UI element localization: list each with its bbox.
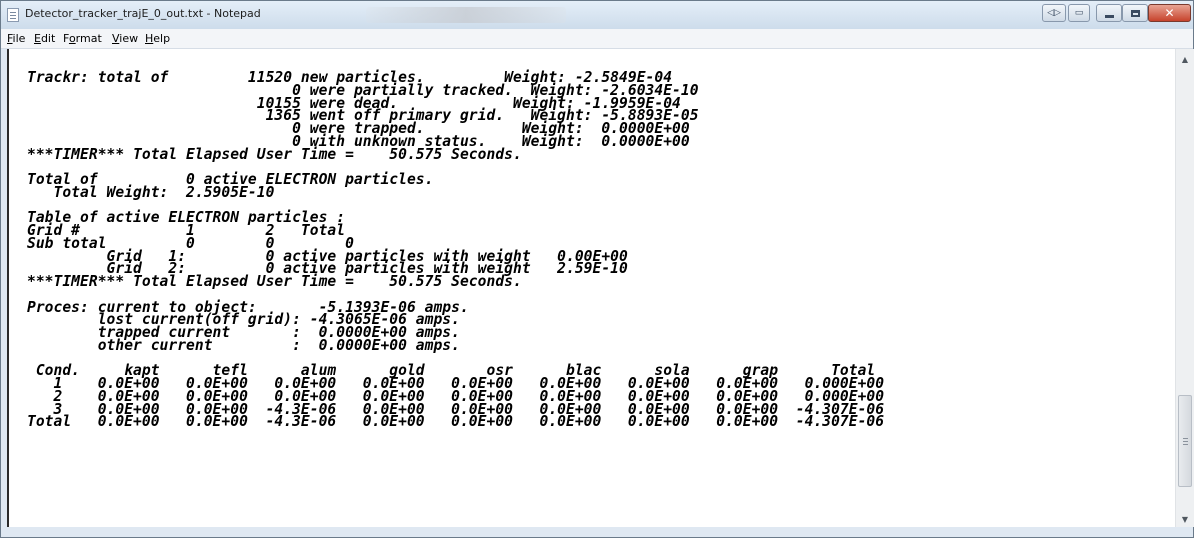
menu-format-label: rmat <box>75 32 102 45</box>
text-line: Total 0.0E+00 0.0E+00 -4.3E-06 0.0E+00 0… <box>27 413 885 431</box>
menu-bar: File Edit Format View Help <box>1 29 1193 49</box>
text-editor[interactable]: Trackr: total of 11520 new particles. We… <box>7 49 1175 527</box>
menu-format-accel: o <box>68 32 76 45</box>
minimize-button[interactable] <box>1096 4 1122 22</box>
menu-help[interactable]: Help <box>145 32 170 45</box>
menu-edit-accel: E <box>34 32 41 45</box>
vertical-scrollbar[interactable]: ▲ ▼ <box>1175 49 1194 527</box>
restore-view-icon: ▭ <box>1074 7 1084 18</box>
close-button[interactable]: ✕ <box>1148 4 1191 22</box>
thumb-grip <box>1183 441 1188 442</box>
menu-help-label: elp <box>153 32 171 45</box>
background-window-title-blur <box>366 7 566 23</box>
menu-edit[interactable]: Edit <box>34 32 55 45</box>
thumb-grip <box>1183 444 1188 445</box>
menu-file[interactable]: File <box>7 32 25 45</box>
title-bar[interactable]: Detector_tracker_trajE_0_out.txt - Notep… <box>1 1 1193 29</box>
notepad-icon <box>7 8 19 22</box>
thumb-grip <box>1183 438 1188 439</box>
minimize-icon <box>1104 14 1114 18</box>
notepad-window: Detector_tracker_trajE_0_out.txt - Notep… <box>0 0 1194 538</box>
menu-view-label: iew <box>119 32 139 45</box>
scroll-down-arrow-icon[interactable]: ▼ <box>1176 511 1194 527</box>
menu-edit-label: dit <box>40 32 56 45</box>
maximize-icon <box>1130 9 1140 17</box>
menu-file-label: ile <box>12 32 26 45</box>
menu-format[interactable]: Format <box>63 32 102 45</box>
scroll-thumb[interactable] <box>1178 395 1192 487</box>
document-text: Trackr: total of 11520 new particles. We… <box>27 70 885 431</box>
text-line: other current : 0.0000E+00 amps. <box>27 336 460 354</box>
close-icon: ✕ <box>1164 6 1175 20</box>
maximize-button[interactable] <box>1122 4 1148 22</box>
aero-peek-button[interactable]: ◁▷ <box>1042 4 1066 22</box>
text-line: ***TIMER*** Total Elapsed User Time = 50… <box>27 145 522 163</box>
window-title: Detector_tracker_trajE_0_out.txt - Notep… <box>25 7 261 20</box>
window-bottom-border <box>1 527 1193 537</box>
aero-peek-icon: ◁▷ <box>1047 7 1061 18</box>
menu-view[interactable]: View <box>112 32 138 45</box>
text-line: Total Weight: 2.5905E-10 <box>27 183 275 201</box>
restore-view-button[interactable]: ▭ <box>1068 4 1090 22</box>
scroll-up-arrow-icon[interactable]: ▲ <box>1176 51 1194 67</box>
text-line: ***TIMER*** Total Elapsed User Time = 50… <box>27 273 522 290</box>
